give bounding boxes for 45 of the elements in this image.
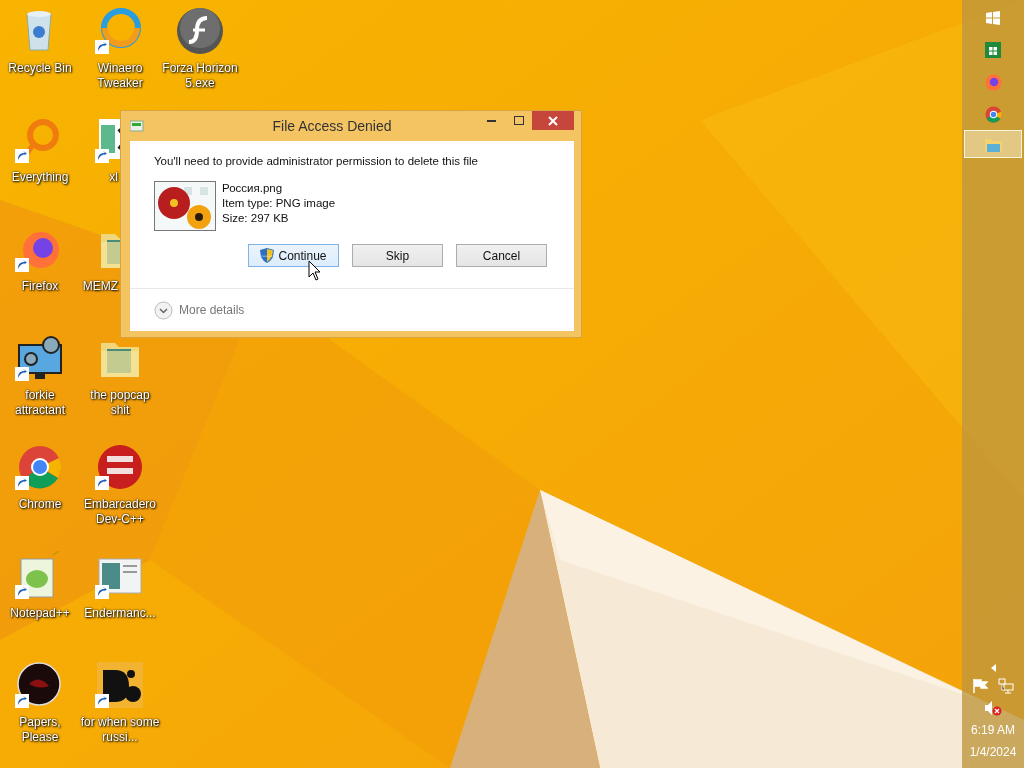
icon-label: the popcap shit [89, 388, 151, 418]
file-transfer-icon [130, 120, 146, 132]
cursor-icon [308, 260, 321, 281]
icon-label: Endermanc... [83, 606, 157, 621]
dialog-button[interactable]: Skip [352, 244, 443, 267]
message-text: You'll need to provide administrator permission to delete this file [154, 155, 479, 167]
firefox-icon [984, 73, 1002, 91]
caret-icon[interactable] [990, 664, 996, 672]
flag-icon[interactable] [972, 678, 988, 694]
minimize-icon [487, 119, 496, 122]
icon-label: Notepad++ [9, 606, 71, 621]
icon-label: Chrome [17, 497, 63, 512]
icon-label: Firefox [20, 279, 60, 294]
store-icon [985, 42, 1001, 58]
icon-label: Recycle Bin [7, 61, 73, 76]
chevron-down-icon[interactable] [154, 300, 173, 320]
maximize-icon [513, 116, 524, 125]
more-details-link[interactable]: More details [179, 303, 245, 317]
shield-icon [260, 248, 275, 263]
chrome-icon [984, 105, 1002, 123]
speaker-icon[interactable] [984, 700, 1002, 716]
icon-label: xl [108, 170, 118, 185]
dialog-button[interactable]: Continue [248, 244, 339, 267]
icon-label: Papers, Please [18, 715, 62, 745]
taskbar-button[interactable] [964, 130, 1022, 158]
file-type: Item type: PNG image [222, 196, 336, 211]
icon-label: for when some russi... [80, 715, 160, 745]
windows-logo-icon [986, 11, 1000, 25]
icon-label: Forza Horizon 5.exe [161, 61, 239, 91]
icon-label: Winaero Tweaker [96, 61, 144, 91]
icon-label: MEMZ [81, 279, 118, 294]
icon-label: Everything [10, 170, 70, 185]
file-thumbnail-icon [154, 181, 216, 231]
monitor-icon[interactable] [15, 333, 65, 383]
file-name: Россия.png [222, 181, 284, 196]
network-icon[interactable] [998, 678, 1014, 694]
window-title: File Access Denied [271, 118, 393, 134]
file-size: Size: 297 KB [222, 211, 290, 226]
close-icon [548, 115, 558, 126]
icon-label: Embarcadero Dev-C++ [82, 497, 157, 527]
dialog-button[interactable]: Cancel [456, 244, 547, 267]
flash-icon[interactable] [175, 6, 225, 56]
close-button[interactable] [532, 111, 574, 130]
icon-label: forkie attractant [14, 388, 66, 418]
folder-icon [984, 136, 1002, 152]
